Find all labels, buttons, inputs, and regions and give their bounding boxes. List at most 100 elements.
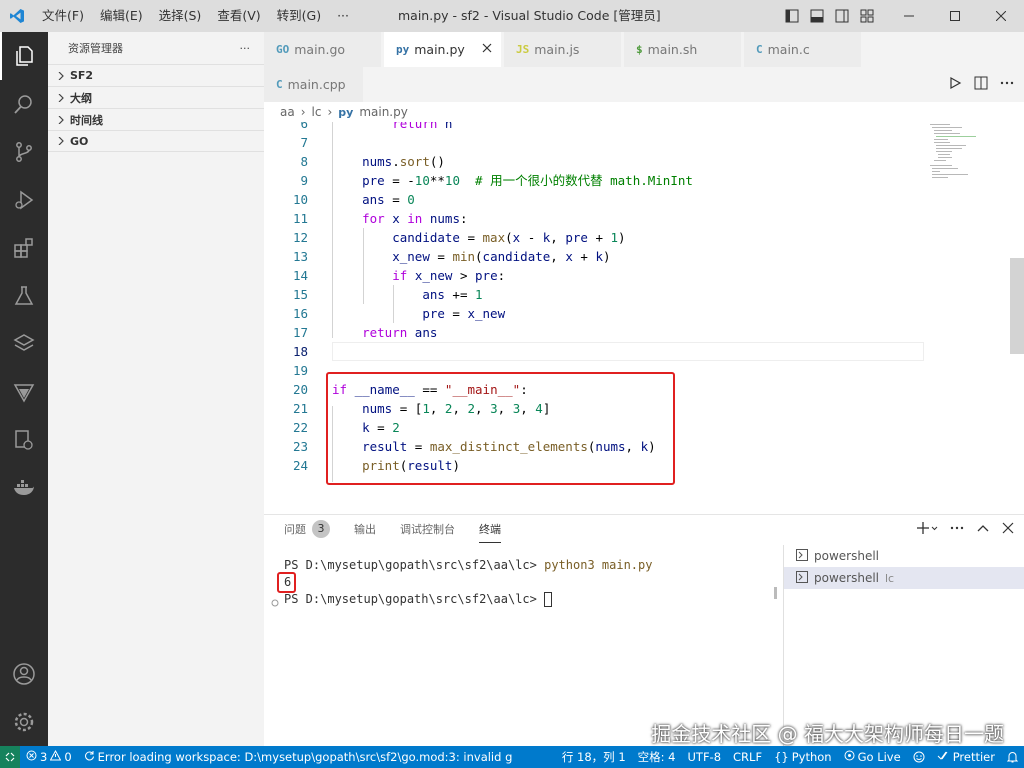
extensions-icon[interactable] [0, 224, 48, 272]
section-outline[interactable]: 大纲 [48, 86, 264, 108]
terminal-icon [796, 570, 808, 586]
tab-output[interactable]: 输出 [354, 515, 376, 543]
line-ending[interactable]: CRLF [727, 746, 768, 768]
error-icon [26, 750, 37, 764]
chevron-right-icon [54, 91, 68, 105]
settings-gear-icon[interactable] [0, 698, 48, 746]
tab-main-sh[interactable]: $ main.sh [624, 32, 742, 67]
notifications-bell-icon[interactable] [1001, 746, 1024, 768]
prettier-status[interactable]: Prettier [931, 746, 1001, 768]
minimap[interactable] [928, 122, 1010, 182]
menu-go[interactable]: 转到(G) [269, 0, 329, 32]
workspace-error-status[interactable]: Error loading workspace: D:\mysetup\gopa… [78, 746, 519, 768]
menu-edit[interactable]: 编辑(E) [92, 0, 151, 32]
docker-icon[interactable] [0, 464, 48, 512]
line-number: 12 [292, 230, 308, 245]
tab-terminal[interactable]: 终端 [479, 515, 501, 543]
remote-indicator[interactable] [0, 746, 20, 768]
tab-main-py[interactable]: py main.py [384, 32, 502, 67]
close-window-icon[interactable] [978, 0, 1024, 32]
tab-main-cpp[interactable]: C main.cpp [264, 67, 364, 102]
chevron-right-icon [54, 69, 68, 83]
minimize-icon[interactable] [886, 0, 932, 32]
section-timeline[interactable]: 时间线 [48, 108, 264, 130]
problems-count-badge: 3 [312, 520, 330, 538]
git-graph-icon[interactable] [0, 320, 48, 368]
search-icon[interactable] [0, 80, 48, 128]
line-number: 15 [292, 287, 308, 302]
file-encoding[interactable]: UTF-8 [682, 746, 728, 768]
line-number: 10 [292, 192, 308, 207]
maximize-icon[interactable] [932, 0, 978, 32]
code-line: pre = x_new [422, 306, 506, 321]
tab-debug-console[interactable]: 调试控制台 [400, 515, 455, 543]
terminal-list-item[interactable]: powershell [784, 545, 1024, 567]
run-debug-icon[interactable] [0, 176, 48, 224]
tab-label: main.js [534, 42, 580, 57]
sidebar-title: 资源管理器 [68, 42, 123, 55]
explorer-icon[interactable] [0, 32, 48, 80]
tab-problems[interactable]: 问题 3 [284, 515, 330, 543]
annotation-highlight-box [326, 372, 675, 485]
code-editor[interactable]: 6 7 8 9 10 11 12 13 14 15 16 17 18 19 20… [264, 122, 1024, 514]
bottom-panel: 问题 3 输出 调试控制台 终端 PS D:\mysetup\gopath\sr… [264, 514, 1024, 747]
menu-file[interactable]: 文件(F) [34, 0, 92, 32]
more-actions-icon[interactable] [950, 521, 964, 538]
go-live-button[interactable]: Go Live [838, 746, 907, 768]
maximize-panel-icon[interactable] [976, 521, 990, 538]
go-live-label: Go Live [857, 750, 901, 764]
toggle-panel-icon[interactable] [809, 8, 825, 24]
terminal-output[interactable]: PS D:\mysetup\gopath\src\sf2\aa\lc> pyth… [284, 557, 652, 608]
breadcrumb-item[interactable]: main.py [359, 105, 408, 119]
menu-selection[interactable]: 选择(S) [151, 0, 210, 32]
run-file-icon[interactable] [948, 76, 962, 93]
testing-flask-icon[interactable] [0, 272, 48, 320]
terminal-list-label: powershell [814, 571, 879, 585]
new-terminal-icon[interactable] [916, 521, 938, 538]
tab-main-go[interactable]: GO main.go [264, 32, 382, 67]
sync-icon [84, 750, 95, 764]
menu-view[interactable]: 查看(V) [209, 0, 268, 32]
terminal-scrollbar[interactable] [774, 587, 777, 599]
tab-main-c[interactable]: C main.c [744, 32, 862, 67]
chevron-right-icon [54, 134, 68, 148]
toggle-sidebar-icon[interactable] [784, 8, 800, 24]
section-label: SF2 [70, 69, 94, 82]
current-line-highlight [332, 342, 924, 361]
feedback-icon[interactable] [907, 746, 931, 768]
sidebar-more-button[interactable]: ··· [240, 42, 251, 55]
line-number: 13 [292, 249, 308, 264]
triangle-extension-icon[interactable] [0, 368, 48, 416]
split-editor-icon[interactable] [974, 76, 988, 93]
section-sf2[interactable]: SF2 [48, 64, 264, 86]
more-actions-icon[interactable] [1000, 76, 1014, 93]
code-line: return n [392, 122, 453, 131]
remote-explorer-icon[interactable] [0, 416, 48, 464]
section-go[interactable]: GO [48, 130, 264, 152]
warning-icon [49, 749, 62, 764]
terminal-line: PS D:\mysetup\gopath\src\sf2\aa\lc> [284, 591, 652, 608]
terminal-list-item[interactable]: powershell lc [784, 567, 1024, 589]
python-file-icon: py [396, 43, 410, 56]
close-icon[interactable] [481, 42, 493, 57]
chevron-right-icon: › [300, 105, 306, 119]
indentation[interactable]: 空格: 4 [632, 746, 682, 768]
menu-more[interactable]: ··· [329, 0, 357, 32]
customize-layout-icon[interactable] [859, 8, 875, 24]
toggle-secondary-sidebar-icon[interactable] [834, 8, 850, 24]
status-left: 3 0 Error loading workspace: D:\mysetup\… [0, 746, 518, 768]
problems-status[interactable]: 3 0 [20, 746, 78, 768]
breadcrumb-item[interactable]: aa [280, 105, 295, 119]
tab-label: 终端 [479, 523, 501, 536]
account-icon[interactable] [0, 650, 48, 698]
tab-main-js[interactable]: JS main.js [504, 32, 622, 67]
language-mode[interactable]: {} Python [768, 746, 838, 768]
breadcrumb-item[interactable]: lc [312, 105, 322, 119]
panel-actions [916, 515, 1014, 543]
vertical-scrollbar[interactable] [1010, 258, 1024, 354]
chevron-right-icon: › [327, 105, 333, 119]
braces-icon: {} [774, 750, 789, 764]
cursor-position[interactable]: 行 18，列 1 [556, 746, 632, 768]
source-control-icon[interactable] [0, 128, 48, 176]
close-panel-icon[interactable] [1002, 522, 1014, 537]
